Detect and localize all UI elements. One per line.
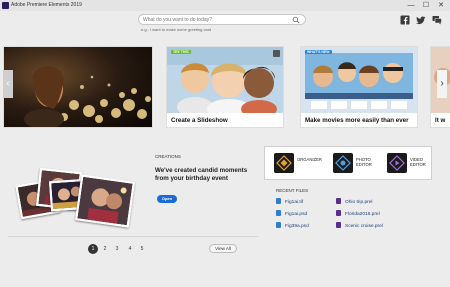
file-name: Fig39a.psd: [285, 224, 309, 229]
close-button[interactable]: ✕: [434, 0, 448, 11]
recent-files-title: RECENT FILES: [276, 188, 309, 193]
creations-title: We've created candid moments from your b…: [155, 167, 248, 182]
file-name: Scenic cruise.prel: [345, 224, 383, 229]
page-5-button[interactable]: 5: [137, 244, 147, 254]
search-icon[interactable]: [292, 16, 300, 24]
image-file-icon: [276, 210, 281, 216]
chat-icon[interactable]: [432, 15, 442, 25]
file-name: Fig1ai.psd: [285, 212, 308, 217]
search-box[interactable]: [138, 14, 306, 25]
image-file-icon: [276, 222, 281, 228]
video-editor-label: VIDEO EDITOR: [410, 157, 426, 167]
view-all-button[interactable]: View All: [209, 244, 237, 253]
feature-card-bokeh[interactable]: [3, 46, 153, 128]
page-1-button[interactable]: 1: [88, 244, 98, 254]
carousel-next-button[interactable]: ›: [437, 70, 447, 98]
feature-image-girl-bokeh: [4, 47, 152, 127]
recent-file-item[interactable]: Florida2018.prel: [336, 210, 380, 218]
image-file-icon: [276, 198, 281, 204]
recent-file-item[interactable]: Fig1ai.tif: [276, 198, 303, 206]
feature-image-family: [301, 47, 417, 113]
search-input[interactable]: [143, 15, 288, 24]
feature-badge: WHAT'S NEW: [305, 50, 332, 54]
page-4-button[interactable]: 4: [125, 244, 135, 254]
recent-file-item[interactable]: Fig39a.psd: [276, 222, 309, 230]
organizer-icon: [274, 153, 294, 173]
title-bar: Adobe Premiere Elements 2019 — ☐ ✕: [0, 0, 450, 11]
slideshow-icon: [273, 50, 280, 57]
maximize-button[interactable]: ☐: [419, 0, 433, 11]
chevron-right-icon: ›: [440, 78, 444, 89]
feature-card-movies[interactable]: WHAT'S NEW Make movies more easily than …: [300, 46, 418, 128]
feature-caption: Make movies more easily than ever: [305, 117, 409, 124]
photo-editor-label: PHOTO EDITOR: [356, 157, 372, 167]
page-2-button[interactable]: 2: [100, 244, 110, 254]
app-icon: [2, 2, 9, 9]
feature-image-children: [167, 47, 283, 113]
feature-badge: TRY THIS: [171, 50, 191, 54]
twitter-icon[interactable]: [416, 15, 426, 25]
video-editor-launch-button[interactable]: VIDEO EDITOR: [387, 153, 431, 175]
search-hint: e.g.: I want to make some greeting card: [141, 27, 212, 32]
file-name: Ohio trip.prel: [345, 200, 373, 205]
open-button[interactable]: Open: [157, 195, 177, 203]
divider: [8, 236, 258, 237]
creation-photo: [75, 174, 135, 228]
video-file-icon: [336, 210, 341, 216]
photo-editor-launch-button[interactable]: PHOTO EDITOR: [333, 153, 383, 175]
file-name: Florida2018.prel: [345, 212, 380, 217]
organizer-launch-button[interactable]: ORGANIZER: [274, 153, 324, 175]
window-title: Adobe Premiere Elements 2019: [11, 2, 82, 8]
recent-file-item[interactable]: Fig1ai.psd: [276, 210, 307, 218]
feature-caption: It w: [435, 117, 446, 124]
feature-caption: Create a Slideshow: [171, 117, 228, 124]
video-file-icon: [336, 222, 341, 228]
page-3-button[interactable]: 3: [112, 244, 122, 254]
carousel-prev-button[interactable]: ‹: [3, 70, 13, 98]
video-editor-icon: [387, 153, 407, 173]
video-file-icon: [336, 198, 341, 204]
recent-file-item[interactable]: Scenic cruise.prel: [336, 222, 383, 230]
organizer-label: ORGANIZER: [297, 157, 322, 162]
creations-label: CREATIONS: [155, 154, 181, 159]
minimize-button[interactable]: —: [404, 0, 418, 11]
recent-file-item[interactable]: Ohio trip.prel: [336, 198, 372, 206]
chevron-left-icon: ‹: [6, 78, 10, 89]
app-launcher: ORGANIZER PHOTO EDITOR VIDEO EDITOR: [264, 146, 432, 180]
facebook-icon[interactable]: [400, 15, 410, 25]
file-name: Fig1ai.tif: [285, 200, 304, 205]
feature-card-slideshow[interactable]: TRY THIS Create a Slideshow: [166, 46, 284, 128]
photo-editor-icon: [333, 153, 353, 173]
